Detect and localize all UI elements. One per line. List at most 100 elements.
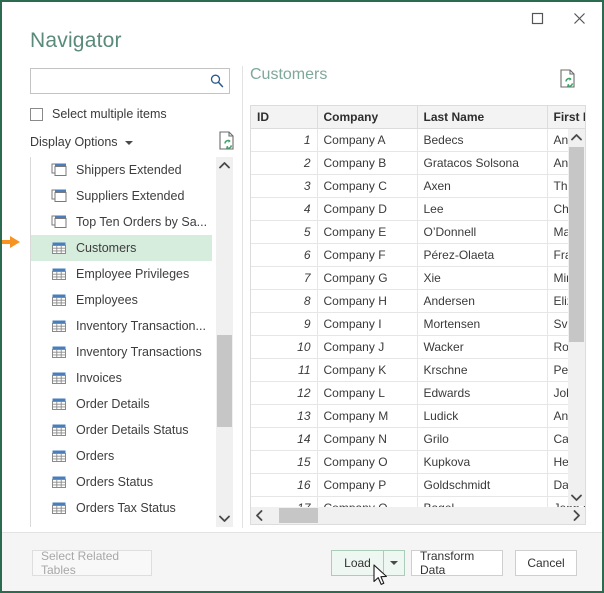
table-cell: 15 — [251, 451, 317, 474]
table-row[interactable]: 9Company IMortensenSven — [251, 313, 586, 336]
table-row[interactable]: 2Company BGratacos SolsonaAnton — [251, 152, 586, 175]
chevron-down-icon[interactable] — [216, 510, 233, 527]
tree-scrollbar-thumb[interactable] — [217, 335, 232, 427]
chevron-down-icon[interactable] — [125, 141, 133, 145]
table-cell: Company M — [317, 405, 417, 428]
chevron-right-icon[interactable] — [568, 507, 585, 524]
table-row[interactable]: 4Company DLeeChristi — [251, 198, 586, 221]
table-cell: 8 — [251, 290, 317, 313]
select-related-tables-button[interactable]: Select Related Tables — [32, 550, 152, 576]
data-preview-grid[interactable]: IDCompanyLast NameFirst Nam 1Company ABe… — [250, 105, 586, 525]
maximize-button[interactable] — [516, 4, 558, 32]
table-cell: Grilo — [417, 428, 547, 451]
tree-item-label: Employee Privileges — [76, 267, 189, 281]
tree-list[interactable]: Shippers Extended Suppliers ExtendedTop T… — [31, 157, 212, 527]
table-row[interactable]: 5Company EO’DonnellMartin — [251, 221, 586, 244]
table-row[interactable]: 14Company NGriloCarlos — [251, 428, 586, 451]
table-row[interactable]: 12Company LEdwardsJohn — [251, 382, 586, 405]
tree-item[interactable]: Inventory Transaction... — [31, 313, 212, 339]
table-icon — [51, 448, 67, 464]
table-row[interactable]: 15Company OKupkovaHelena — [251, 451, 586, 474]
table-row[interactable]: 11Company KKrschnePeter — [251, 359, 586, 382]
table-row[interactable]: 10Company JWackerRoland — [251, 336, 586, 359]
grid-vertical-scrollbar[interactable] — [568, 129, 585, 506]
table-cell: Company P — [317, 474, 417, 497]
close-icon — [573, 12, 586, 25]
table-row[interactable]: 3Company CAxenThoma — [251, 175, 586, 198]
refresh-document-icon[interactable] — [557, 67, 579, 96]
object-tree[interactable]: Shippers Extended Suppliers ExtendedTop T… — [30, 157, 233, 527]
tree-item[interactable]: Employee Privileges — [31, 261, 212, 287]
chevron-down-icon[interactable] — [568, 489, 585, 506]
table-cell: 12 — [251, 382, 317, 405]
table-row[interactable]: 1Company ABedecsAnna — [251, 129, 586, 152]
select-multiple-checkbox[interactable] — [30, 108, 43, 121]
cancel-button[interactable]: Cancel — [515, 550, 577, 576]
table-row[interactable]: 7Company GXieMing-Y — [251, 267, 586, 290]
table-row[interactable]: 13Company MLudickAndre — [251, 405, 586, 428]
tree-item[interactable]: Orders — [31, 443, 212, 469]
load-dropdown-button[interactable] — [383, 550, 405, 576]
tree-item[interactable]: Inventory Transactions — [31, 339, 212, 365]
grid-hscrollbar-thumb[interactable] — [279, 508, 318, 523]
display-options-row[interactable]: Display Options — [30, 132, 232, 152]
column-header[interactable]: ID — [251, 106, 317, 129]
table-cell: O’Donnell — [417, 221, 547, 244]
view-icon — [51, 214, 67, 230]
load-button[interactable]: Load — [331, 550, 383, 576]
chevron-up-icon[interactable] — [216, 157, 233, 174]
table-cell: Wacker — [417, 336, 547, 359]
tree-vertical-scrollbar[interactable] — [216, 157, 233, 527]
grid-horizontal-scrollbar[interactable] — [251, 507, 585, 524]
table-cell: Company E — [317, 221, 417, 244]
tree-item-label: Shippers Extended — [76, 163, 182, 177]
column-header[interactable]: Company — [317, 106, 417, 129]
window-controls — [516, 4, 600, 32]
page-title: Navigator — [30, 29, 122, 53]
tree-item[interactable]: Order Details Status — [31, 417, 212, 443]
tree-item[interactable]: Shippers Extended — [31, 157, 212, 183]
table-body: 1Company ABedecsAnna2Company BGratacos S… — [251, 129, 586, 526]
chevron-left-icon[interactable] — [251, 507, 268, 524]
table-cell: Company K — [317, 359, 417, 382]
table-cell: Xie — [417, 267, 547, 290]
transform-data-button[interactable]: Transform Data — [411, 550, 503, 576]
chevron-up-icon[interactable] — [568, 129, 585, 146]
table-cell: 11 — [251, 359, 317, 382]
table-icon — [51, 370, 67, 386]
column-header[interactable]: First Nam — [547, 106, 586, 129]
table-cell: Company A — [317, 129, 417, 152]
select-multiple-row[interactable]: Select multiple items — [30, 105, 232, 123]
tree-item-label: Order Details Status — [76, 423, 189, 437]
table-icon — [51, 422, 67, 438]
column-header[interactable]: Last Name — [417, 106, 547, 129]
close-button[interactable] — [558, 4, 600, 32]
table-row[interactable]: 6Company FPérez-OlaetaFranci — [251, 244, 586, 267]
tree-item[interactable]: Employees — [31, 287, 212, 313]
left-pane: Select multiple items Display Options — [30, 68, 232, 152]
tree-item[interactable]: Suppliers Extended — [31, 183, 212, 209]
tree-item-selected[interactable]: Customers — [31, 235, 212, 261]
orange-arrow-marker — [0, 234, 22, 250]
table-row[interactable]: 16Company PGoldschmidtDaniel — [251, 474, 586, 497]
table-icon — [51, 526, 67, 527]
display-options-label: Display Options — [30, 135, 118, 149]
table-cell: Company O — [317, 451, 417, 474]
tree-item[interactable]: Orders Tax Status — [31, 495, 212, 521]
table-row[interactable]: 8Company HAndersenElizabe — [251, 290, 586, 313]
table-cell: 6 — [251, 244, 317, 267]
table-cell: Company C — [317, 175, 417, 198]
tree-item[interactable]: Invoices — [31, 365, 212, 391]
table-cell: 3 — [251, 175, 317, 198]
search-box[interactable] — [30, 68, 230, 94]
refresh-document-icon[interactable] — [216, 129, 238, 158]
grid-scrollbar-thumb[interactable] — [569, 147, 584, 342]
tree-item[interactable]: Top Ten Orders by Sa... — [31, 209, 212, 235]
table-cell: 16 — [251, 474, 317, 497]
tree-item[interactable]: Order Details — [31, 391, 212, 417]
tree-item[interactable]: Orders Status — [31, 469, 212, 495]
table-cell: 9 — [251, 313, 317, 336]
search-input[interactable] — [31, 69, 211, 93]
pane-divider — [242, 66, 243, 528]
tree-item[interactable]: Privileges — [31, 521, 212, 527]
